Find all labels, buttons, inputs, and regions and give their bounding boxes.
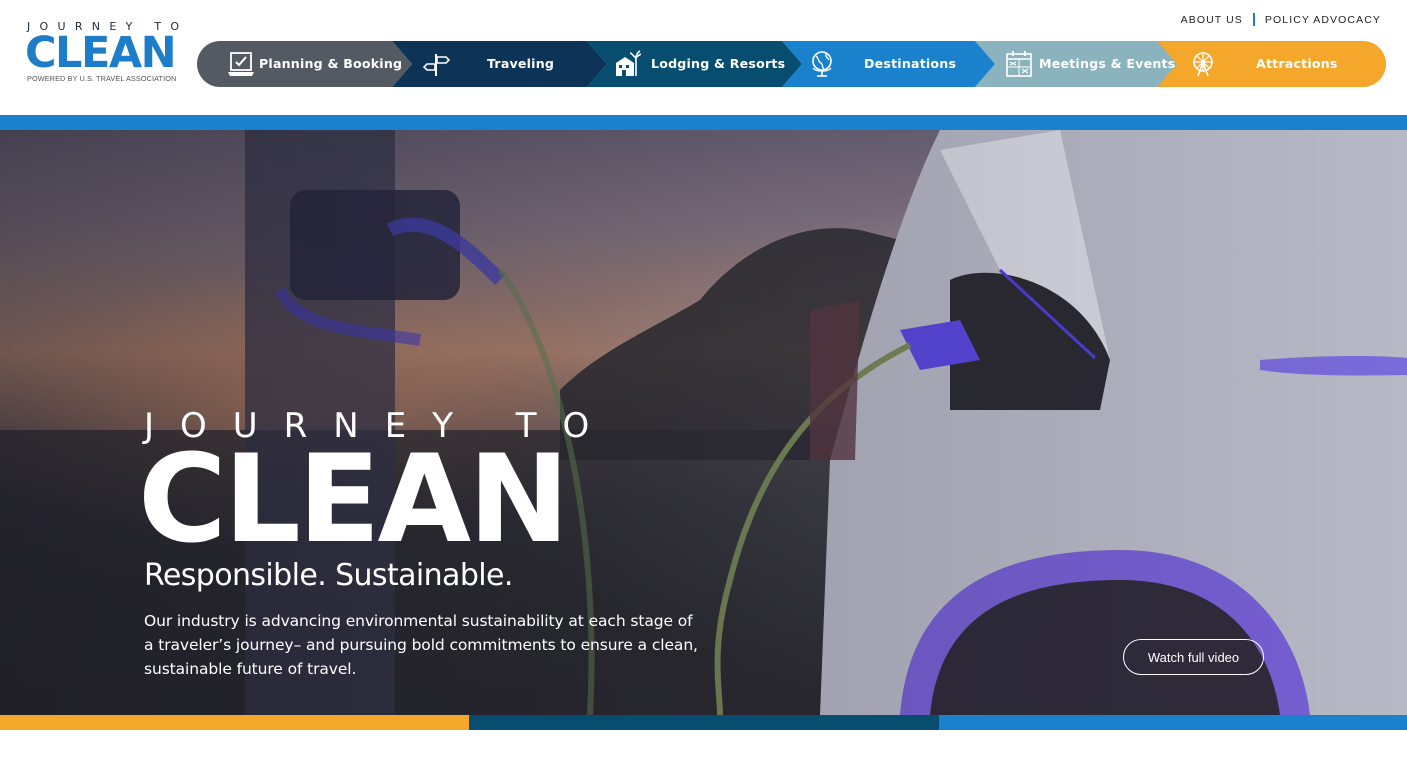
globe-icon (812, 51, 832, 77)
hero-top-bar (0, 115, 1407, 130)
nav-label-attractions: Attractions (1256, 56, 1338, 71)
utility-divider (1252, 13, 1255, 26)
site-logo[interactable]: JOURNEY TO CLEAN POWERED BY U.S. TRAVEL … (25, 20, 183, 86)
signpost-icon (422, 54, 450, 76)
nav-label-planning-booking: Planning & Booking (259, 56, 403, 71)
hero-tagline: Responsible. Sustainable. (144, 558, 513, 593)
laptop-check-icon (228, 52, 254, 76)
hero-title-main: CLEAN (138, 429, 569, 570)
site-header: JOURNEY TO CLEAN POWERED BY U.S. TRAVEL … (0, 0, 1407, 115)
hotel-icon (616, 50, 641, 76)
nav-item-meetings-events[interactable]: Meetings & Events (975, 41, 1177, 87)
utility-nav: ABOUT US POLICY ADVOCACY (1181, 13, 1381, 26)
logo-wordmark: CLEAN (25, 28, 177, 78)
about-us-link[interactable]: ABOUT US (1181, 14, 1243, 26)
logo-subline: POWERED BY U.S. TRAVEL ASSOCIATION (27, 74, 177, 83)
ferris-wheel-icon (1193, 52, 1213, 77)
nav-item-destinations[interactable]: Destinations (782, 41, 995, 87)
stripe-blue (939, 715, 1407, 730)
nav-item-attractions[interactable]: Attractions (1157, 41, 1386, 87)
nav-label-traveling: Traveling (487, 56, 555, 71)
nav-label-lodging-resorts: Lodging & Resorts (651, 56, 786, 71)
policy-advocacy-link[interactable]: POLICY ADVOCACY (1265, 14, 1381, 26)
hero-description: Our industry is advancing environmental … (144, 612, 698, 678)
stripe-teal (469, 715, 939, 730)
nav-label-meetings-events: Meetings & Events (1039, 56, 1176, 71)
nav-item-lodging-resorts[interactable]: Lodging & Resorts (587, 41, 802, 87)
stripe-orange (0, 715, 469, 730)
nav-item-traveling[interactable]: Traveling (392, 41, 607, 87)
nav-item-planning-booking[interactable]: Planning & Booking (197, 41, 412, 87)
watch-full-video-button[interactable]: Watch full video (1123, 639, 1264, 675)
hero-banner: JOURNEY TO CLEAN Responsible. Sustainabl… (0, 130, 1407, 715)
calendar-icon (1006, 51, 1032, 77)
main-nav: Attractions Meetings & Events Destinatio… (197, 41, 1386, 87)
nav-label-destinations: Destinations (864, 56, 957, 71)
